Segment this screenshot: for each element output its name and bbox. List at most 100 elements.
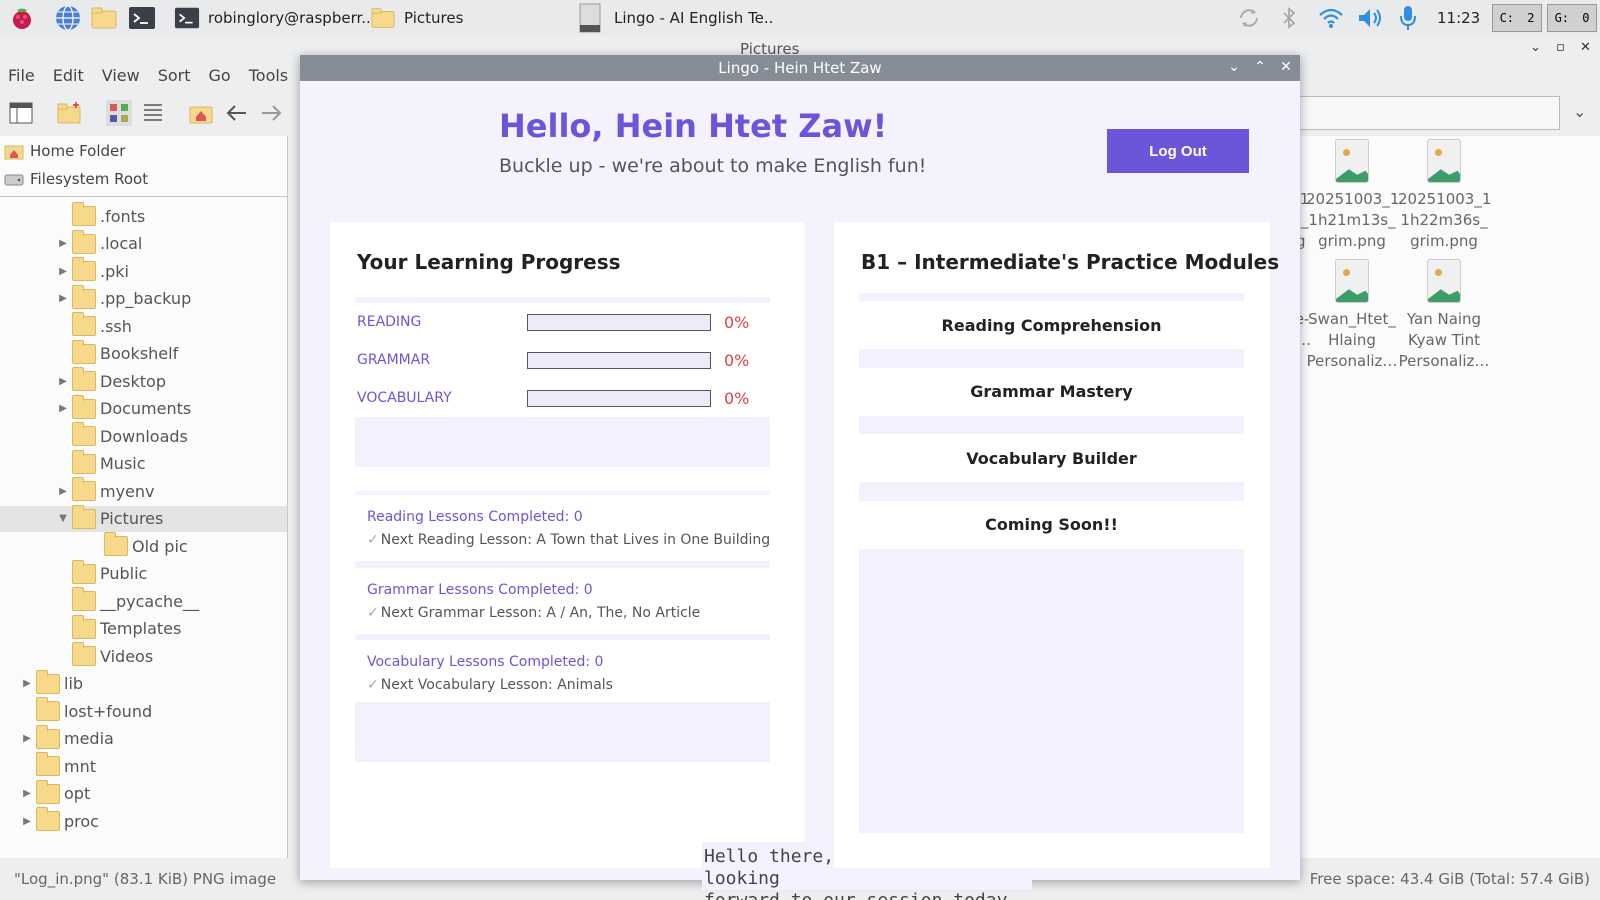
tree-item-documents[interactable]: ▶ Documents [0, 394, 287, 422]
file-item[interactable]: Yan Naing Kyaw Tint Personaliz… [1398, 259, 1490, 372]
clock[interactable]: 11:23 [1437, 9, 1480, 27]
tree-item-label: opt [64, 784, 91, 803]
logout-button[interactable]: Log Out [1107, 129, 1249, 173]
close-icon[interactable]: ✕ [1277, 59, 1295, 75]
module-button-coming-soon[interactable]: Coming Soon!! [859, 500, 1244, 549]
lingo-titlebar[interactable]: Lingo - Hein Htet Zaw ⌄ ⌃ ✕ [300, 55, 1300, 81]
place-filesystem-root[interactable]: Filesystem Root [4, 166, 148, 192]
menu-edit[interactable]: Edit [53, 66, 84, 85]
folder-icon [72, 587, 96, 611]
expand-arrow-icon[interactable]: ▶ [22, 733, 32, 744]
maximize-icon[interactable]: ▫ [1556, 40, 1565, 55]
tree-item-ssh[interactable]: .ssh [0, 312, 287, 339]
close-icon[interactable]: ✕ [1580, 40, 1591, 55]
tree-item-bookshelf[interactable]: Bookshelf [0, 339, 287, 367]
expand-arrow-icon[interactable]: ▶ [22, 816, 32, 827]
menu-view[interactable]: View [102, 66, 140, 85]
list-view-icon[interactable] [140, 100, 166, 126]
maximize-icon[interactable]: ⌃ [1251, 59, 1269, 75]
expand-arrow-icon[interactable]: ▶ [58, 486, 68, 497]
tree-item-local[interactable]: ▶ .local [0, 229, 287, 257]
folder-icon [72, 367, 96, 391]
file-name-line: grim.png [1318, 232, 1386, 250]
tree-item-pycache[interactable]: __pycache__ [0, 587, 287, 614]
tree-item-desktop[interactable]: ▶ Desktop [0, 367, 287, 394]
tree-item-myenv[interactable]: ▶ myenv [0, 477, 287, 504]
home-icon[interactable] [188, 100, 214, 126]
tree-item-lost-found[interactable]: lost+found [0, 697, 287, 724]
next-lesson[interactable]: ✓ Next Vocabulary Lesson: Animals [367, 677, 613, 693]
menu-sort[interactable]: Sort [158, 66, 191, 85]
taskbar-pictures-task[interactable]: Pictures [368, 3, 463, 33]
tree-item-opt[interactable]: ▶ opt [0, 779, 287, 807]
folder-icon [72, 312, 96, 336]
next-lesson[interactable]: ✓ Next Reading Lesson: A Town that Lives … [367, 532, 770, 548]
expand-arrow-icon[interactable]: ▶ [58, 293, 68, 304]
terminal-icon[interactable] [128, 4, 156, 32]
tree-item-music[interactable]: Music [0, 449, 287, 477]
tree-item-downloads[interactable]: Downloads [0, 422, 287, 449]
new-folder-icon[interactable] [56, 100, 82, 126]
file-name-line: Swan_Htet_ [1308, 310, 1396, 328]
tree-item-mnt[interactable]: mnt [0, 752, 287, 779]
module-button-vocabulary-builder[interactable]: Vocabulary Builder [859, 434, 1244, 482]
taskbar-lingo-task[interactable]: Lingo - AI English Te.. [578, 3, 773, 33]
tree-item-lib[interactable]: ▶ lib [0, 669, 287, 697]
expanded-arrow-icon[interactable]: ▼ [58, 513, 68, 524]
volume-icon[interactable] [1356, 6, 1384, 30]
tree-item-label: proc [64, 811, 99, 831]
expand-arrow-icon[interactable]: ▶ [58, 376, 68, 387]
minimize-icon[interactable]: ⌄ [1530, 40, 1541, 55]
tree-item-media[interactable]: ▶ media [0, 724, 287, 752]
file-manager-icon[interactable] [90, 4, 118, 32]
bluetooth-icon[interactable] [1280, 6, 1298, 30]
menu-file[interactable]: File [8, 66, 35, 85]
tree-item-pp-backup[interactable]: ▶ .pp_backup [0, 284, 287, 312]
expand-arrow-icon[interactable]: ▶ [58, 403, 68, 414]
file-item[interactable]: Swan_Htet_ Hlaing Personaliz… [1306, 259, 1398, 372]
forward-arrow-icon[interactable] [258, 100, 284, 126]
tree-item-proc[interactable]: ▶ proc [0, 807, 287, 834]
cpu-monitor[interactable]: C: 2 [1492, 4, 1542, 32]
expand-arrow-icon[interactable]: ▶ [22, 788, 32, 799]
tree-item-old-pic[interactable]: Old pic [0, 532, 287, 559]
minimize-icon[interactable]: ⌄ [1225, 59, 1243, 75]
place-home-folder[interactable]: Home Folder [4, 138, 125, 164]
tree-item-videos[interactable]: Videos [0, 642, 287, 669]
module-button-reading-comprehension[interactable]: Reading Comprehension [859, 301, 1244, 349]
image-file-icon [1335, 259, 1369, 303]
path-bar[interactable] [1300, 96, 1560, 130]
gpu-monitor[interactable]: G: 0 [1547, 4, 1597, 32]
wifi-icon[interactable] [1318, 7, 1344, 29]
file-item[interactable]: 20251003_1 1h22m36s_ grim.png [1398, 139, 1491, 252]
menu-go[interactable]: Go [209, 66, 231, 85]
tree-item-fonts[interactable]: .fonts [0, 202, 287, 229]
tree-item-public[interactable]: Public [0, 559, 287, 587]
back-arrow-icon[interactable] [224, 100, 250, 126]
folder-icon [72, 504, 96, 529]
icon-view-icon[interactable] [106, 100, 132, 126]
tree-item-pictures[interactable]: ▼ Pictures [0, 504, 287, 532]
tree-item-templates[interactable]: Templates [0, 614, 287, 642]
new-window-icon[interactable] [8, 100, 34, 126]
file-name-line: grim.png [1410, 232, 1478, 250]
menu-tools[interactable]: Tools [249, 66, 288, 85]
next-lesson[interactable]: ✓ Next Grammar Lesson: A / An, The, No Ar… [367, 605, 700, 621]
tree-item-pki[interactable]: ▶ .pki [0, 257, 287, 284]
folder-icon [72, 339, 96, 364]
tree-item-label: Videos [100, 646, 154, 666]
module-button-grammar-mastery[interactable]: Grammar Mastery [859, 367, 1244, 416]
folder-icon [371, 8, 395, 28]
microphone-icon[interactable] [1398, 4, 1418, 32]
expand-arrow-icon[interactable]: ▶ [22, 678, 32, 689]
file-item[interactable]: 20251003_1 1h21m13s_ grim.png [1306, 139, 1399, 252]
sync-icon[interactable] [1236, 6, 1262, 30]
expand-arrow-icon[interactable]: ▶ [58, 238, 68, 249]
place-label: Home Folder [30, 142, 126, 160]
taskbar-terminal-task[interactable]: robinglory@raspberr.. [172, 3, 371, 33]
chevron-down-icon[interactable]: ⌄ [1573, 102, 1586, 121]
check-icon: ✓ [367, 604, 379, 621]
expand-arrow-icon[interactable]: ▶ [58, 266, 68, 277]
web-browser-icon[interactable] [54, 4, 82, 32]
raspberry-menu-icon[interactable] [8, 4, 36, 32]
